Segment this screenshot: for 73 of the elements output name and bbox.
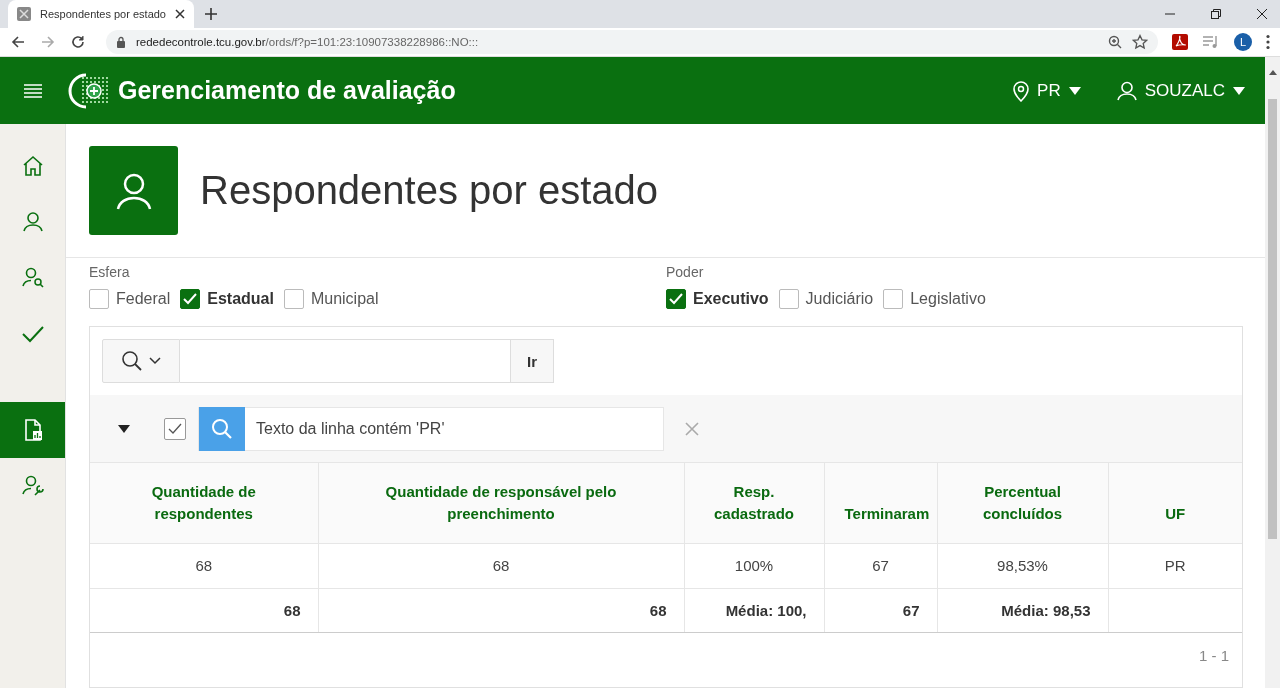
app-title: Gerenciamento de avaliação: [118, 76, 456, 105]
total-cell: Média: 98,53: [937, 588, 1108, 632]
reload-icon[interactable]: [70, 34, 86, 50]
close-icon[interactable]: [1256, 8, 1268, 20]
total-cell: 68: [318, 588, 684, 632]
checkmark-icon: [669, 293, 683, 305]
address-bar[interactable]: rededecontrole.tcu.gov.br/ords/f?p=101:23:10907338228986::NO:::: [106, 30, 1158, 54]
checkmark-icon: [183, 293, 198, 305]
user-icon: [20, 210, 45, 234]
column-header[interactable]: UF: [1108, 463, 1242, 543]
search-icon: [121, 350, 143, 372]
user-wrench-icon: [20, 474, 45, 498]
sidebar-item[interactable]: [0, 402, 65, 458]
checkbox-option[interactable]: Legislativo: [883, 289, 986, 309]
star-icon[interactable]: [1132, 34, 1148, 50]
table-cell: PR: [1108, 543, 1242, 588]
region-menu[interactable]: PR: [1013, 79, 1081, 102]
pdf-extension-icon[interactable]: [1172, 34, 1188, 50]
collapse-caret-icon[interactable]: [118, 423, 130, 434]
close-icon[interactable]: [174, 8, 186, 20]
search-column-button[interactable]: [102, 339, 180, 383]
caret-icon: [1068, 85, 1081, 96]
checkmark-icon: [168, 422, 182, 435]
checkbox-option[interactable]: Estadual: [180, 289, 274, 309]
back-icon[interactable]: [10, 34, 26, 50]
filter-chip[interactable]: Texto da linha contém 'PR': [198, 406, 664, 451]
filter-label: Poder: [666, 264, 705, 280]
user-search-icon: [20, 266, 45, 290]
total-cell: 68: [90, 588, 318, 632]
caret-icon: [1233, 85, 1245, 96]
table-cell: 100%: [684, 543, 824, 588]
scrollbar[interactable]: [1265, 57, 1280, 688]
playlist-icon[interactable]: [1202, 35, 1220, 49]
scroll-up-icon[interactable]: [1268, 69, 1277, 75]
forward-icon: [40, 34, 56, 50]
user-icon: [1116, 80, 1137, 101]
profile-avatar[interactable]: L: [1234, 33, 1252, 51]
column-header[interactable]: Resp. cadastrado: [684, 463, 824, 543]
checkbox-option[interactable]: Municipal: [283, 289, 379, 309]
table-cell: 68: [90, 543, 318, 588]
search-field[interactable]: [180, 339, 510, 383]
search-icon: [211, 417, 233, 440]
column-header[interactable]: Quantidade de responsável pelo preenchimento: [318, 463, 684, 543]
browser-tab[interactable]: Respondentes por estado: [8, 0, 194, 28]
restore-icon[interactable]: [1210, 8, 1222, 20]
lock-icon: [116, 36, 126, 48]
filter-toggle-checkbox[interactable]: [164, 417, 186, 440]
filter-label: Esfera: [89, 264, 131, 280]
location-pin-icon: [1013, 79, 1030, 102]
url-text: rededecontrole.tcu.gov.br/ords/f?p=101:23:10907338228986::NO:::: [136, 36, 479, 48]
user-menu[interactable]: SOUZALC: [1116, 80, 1245, 101]
table-cell: 68: [318, 543, 684, 588]
checkbox-option[interactable]: Federal: [89, 289, 171, 309]
pagination-text: 1 - 1: [1199, 646, 1229, 665]
scrollbar-thumb[interactable]: [1268, 99, 1277, 539]
go-button[interactable]: Ir: [510, 339, 554, 383]
new-tab-icon[interactable]: [204, 7, 218, 21]
table-cell: 67: [824, 543, 937, 588]
page-icon: [16, 6, 32, 22]
checkbox-option[interactable]: Executivo: [666, 289, 769, 309]
table-cell: 98,53%: [937, 543, 1108, 588]
column-header[interactable]: Percentual concluídos: [937, 463, 1108, 543]
total-cell: Média: 100,: [684, 588, 824, 632]
total-cell: 67: [824, 588, 937, 632]
checkbox-option[interactable]: Judiciário: [778, 289, 874, 309]
tab-title: Respondentes por estado: [40, 8, 166, 20]
menu-icon[interactable]: [1266, 34, 1270, 50]
zoom-icon[interactable]: [1108, 35, 1122, 49]
column-header[interactable]: Terminaram: [824, 463, 937, 543]
chevron-down-icon: [149, 357, 161, 365]
column-header[interactable]: Quantidade de respondentes: [90, 463, 318, 543]
menu-icon[interactable]: [24, 83, 42, 98]
page-title: Respondentes por estado: [200, 168, 659, 213]
